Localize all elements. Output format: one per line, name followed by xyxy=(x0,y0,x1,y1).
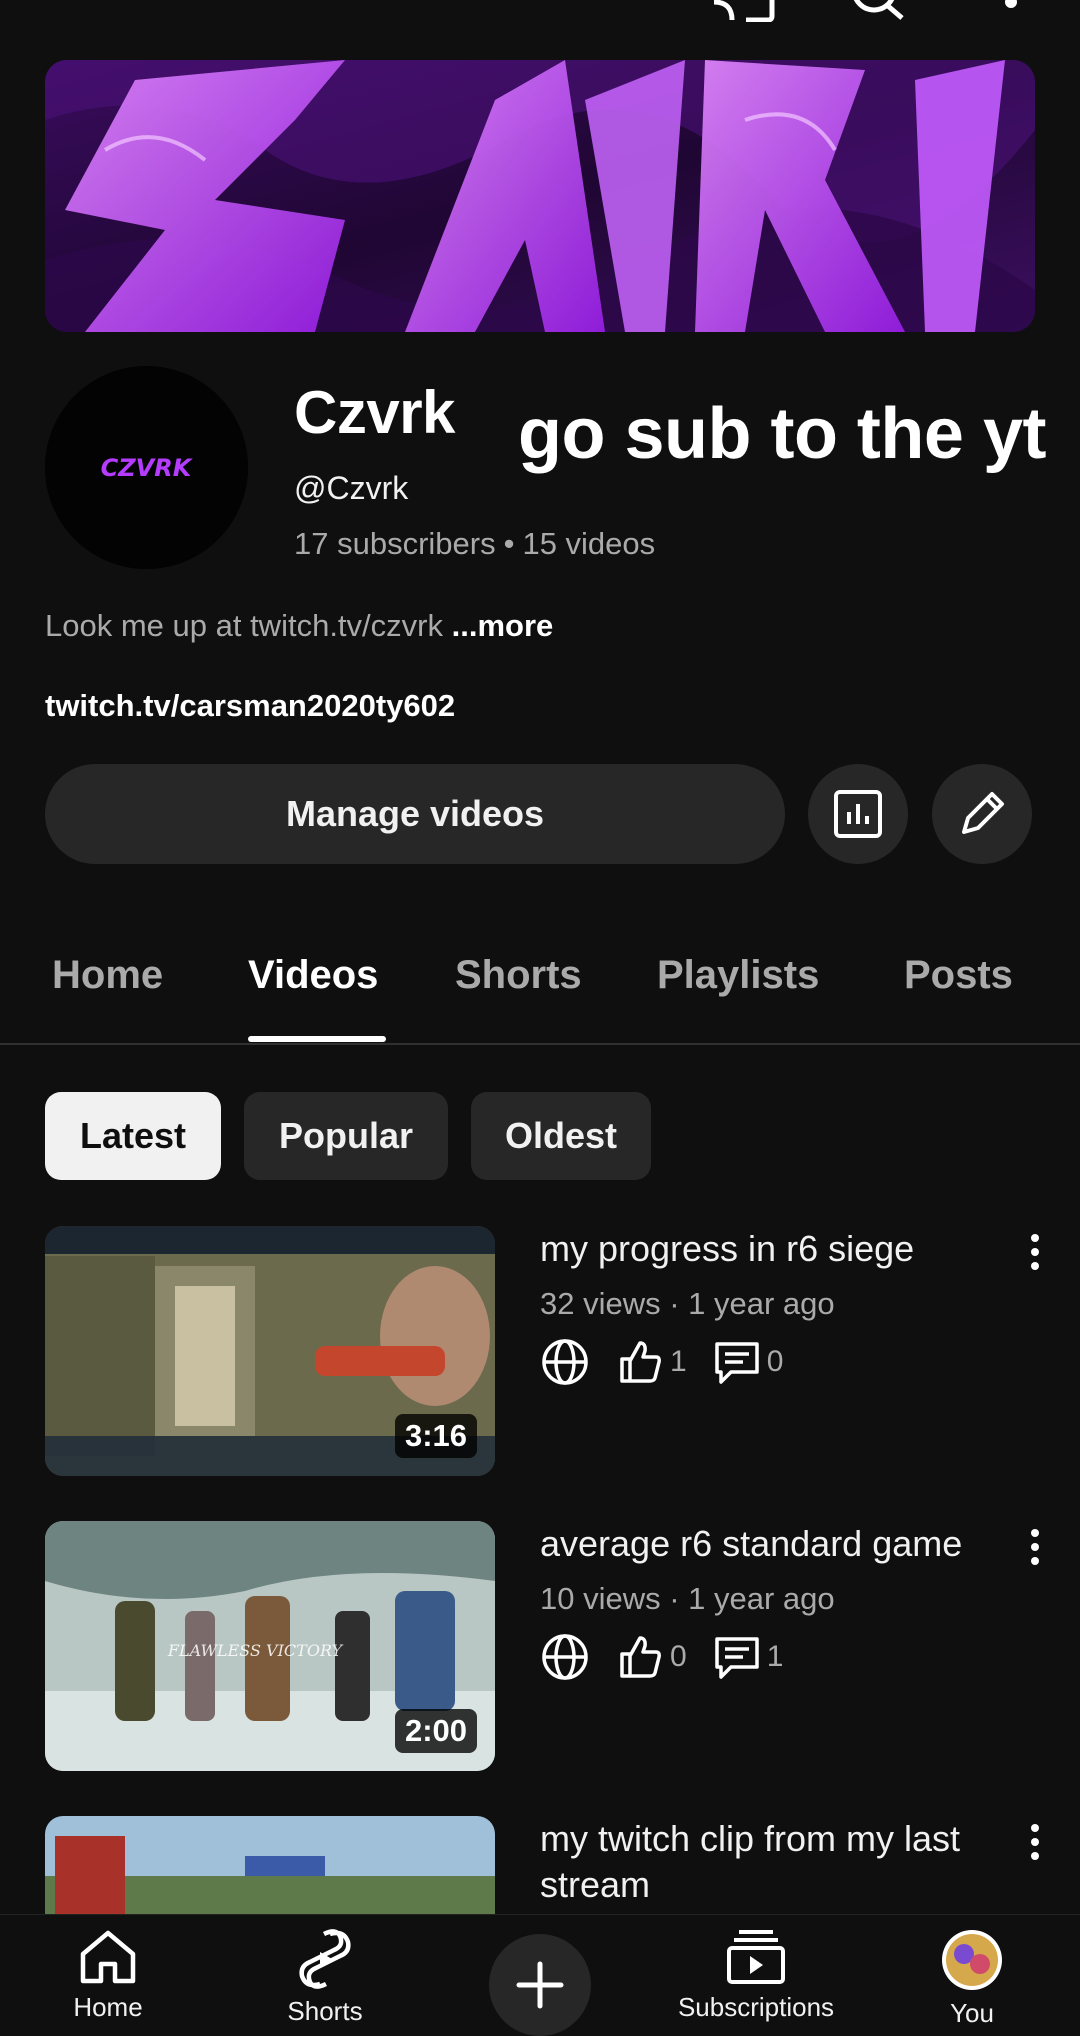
channel-stats: 17 subscribers • 15 videos xyxy=(294,526,655,562)
tab-posts[interactable]: Posts xyxy=(904,953,1013,998)
video-menu-icon[interactable] xyxy=(1020,1522,1050,1572)
plus-icon xyxy=(516,1961,564,2009)
avatar-logo-text: CZVRK xyxy=(101,454,194,482)
profile-avatar-icon xyxy=(942,1930,1002,1990)
overlay-caption: go sub to the yt xyxy=(518,394,1046,474)
video-stats: 1 0 xyxy=(540,1337,809,1387)
more-options-icon[interactable] xyxy=(1000,0,1022,14)
video-title[interactable]: my progress in r6 siege xyxy=(540,1226,980,1272)
comment-count: 1 xyxy=(766,1640,784,1673)
video-duration: 3:16 xyxy=(394,1414,477,1458)
comment-icon xyxy=(714,1637,759,1679)
video-meta: 32 views · 1 year ago xyxy=(540,1286,835,1321)
channel-name: Czvrk xyxy=(294,379,455,446)
shorts-icon xyxy=(299,1929,351,1989)
stats-separator: • xyxy=(503,526,515,561)
video-meta: 10 views · 1 year ago xyxy=(540,1581,835,1616)
nav-subscriptions-label: Subscriptions xyxy=(677,1992,835,2022)
subscriber-count: 17 subscribers xyxy=(294,526,496,561)
video-menu-icon[interactable] xyxy=(1020,1817,1050,1867)
thumbnail-overlay-text: FLAWLESS VICTORY xyxy=(167,1641,344,1660)
comment-count: 0 xyxy=(766,1345,784,1378)
comment-icon xyxy=(714,1342,759,1384)
analytics-icon xyxy=(834,790,882,838)
chip-popular[interactable]: Popular xyxy=(244,1092,448,1180)
video-title[interactable]: my twitch clip from my last stream xyxy=(540,1816,980,1908)
tabs-divider xyxy=(0,1043,1080,1045)
chip-oldest[interactable]: Oldest xyxy=(471,1092,651,1180)
channel-banner xyxy=(45,60,1035,332)
cast-icon[interactable] xyxy=(710,0,776,22)
globe-icon xyxy=(542,1634,588,1680)
tab-home[interactable]: Home xyxy=(52,953,163,998)
nav-home-label: Home xyxy=(73,1992,143,2022)
video-duration: 2:00 xyxy=(394,1709,477,1753)
channel-avatar[interactable]: CZVRK xyxy=(45,366,248,569)
nav-home[interactable]: Home xyxy=(28,1928,188,2023)
tab-playlists[interactable]: Playlists xyxy=(657,953,819,998)
video-thumbnail[interactable] xyxy=(45,1816,495,1914)
manage-videos-button[interactable]: Manage videos xyxy=(45,764,785,864)
channel-description[interactable]: Look me up at twitch.tv/czvrk ...more xyxy=(45,608,553,644)
back-arrow-icon[interactable] xyxy=(48,0,88,20)
description-text: Look me up at twitch.tv/czvrk xyxy=(45,608,443,643)
nav-you-label: You xyxy=(950,1998,994,2028)
like-count: 1 xyxy=(670,1345,687,1378)
tab-videos[interactable]: Videos xyxy=(248,953,378,998)
channel-link[interactable]: twitch.tv/carsman2020ty602 xyxy=(45,688,455,724)
subscriptions-icon xyxy=(727,1930,785,1984)
like-count: 0 xyxy=(670,1640,687,1673)
video-thumbnail[interactable]: 3:16 xyxy=(45,1226,495,1476)
nav-shorts-label: Shorts xyxy=(287,1996,363,2026)
video-stats: 0 1 xyxy=(540,1632,809,1682)
analytics-button[interactable] xyxy=(808,764,908,864)
nav-shorts[interactable]: Shorts xyxy=(245,1928,405,2027)
pencil-icon xyxy=(962,792,1004,834)
video-count: 15 videos xyxy=(522,526,656,561)
video-thumbnail[interactable]: FLAWLESS VICTORY 2:00 xyxy=(45,1521,495,1771)
video-menu-icon[interactable] xyxy=(1020,1227,1050,1277)
nav-subscriptions[interactable]: Subscriptions xyxy=(676,1928,836,2023)
channel-handle: @Czvrk xyxy=(294,470,409,506)
edit-channel-button[interactable] xyxy=(932,764,1032,864)
search-icon[interactable] xyxy=(848,0,908,22)
home-icon xyxy=(80,1930,136,1984)
globe-icon xyxy=(542,1339,588,1385)
tab-shorts[interactable]: Shorts xyxy=(455,953,582,998)
create-button[interactable] xyxy=(489,1934,591,2036)
active-tab-indicator xyxy=(248,1036,386,1042)
video-title[interactable]: average r6 standard game xyxy=(540,1521,980,1567)
thumbs-up-icon xyxy=(620,1341,661,1383)
nav-you[interactable]: You xyxy=(892,1928,1052,2029)
chip-latest[interactable]: Latest xyxy=(45,1092,221,1180)
thumbs-up-icon xyxy=(620,1636,661,1678)
more-link[interactable]: ...more xyxy=(452,608,554,643)
